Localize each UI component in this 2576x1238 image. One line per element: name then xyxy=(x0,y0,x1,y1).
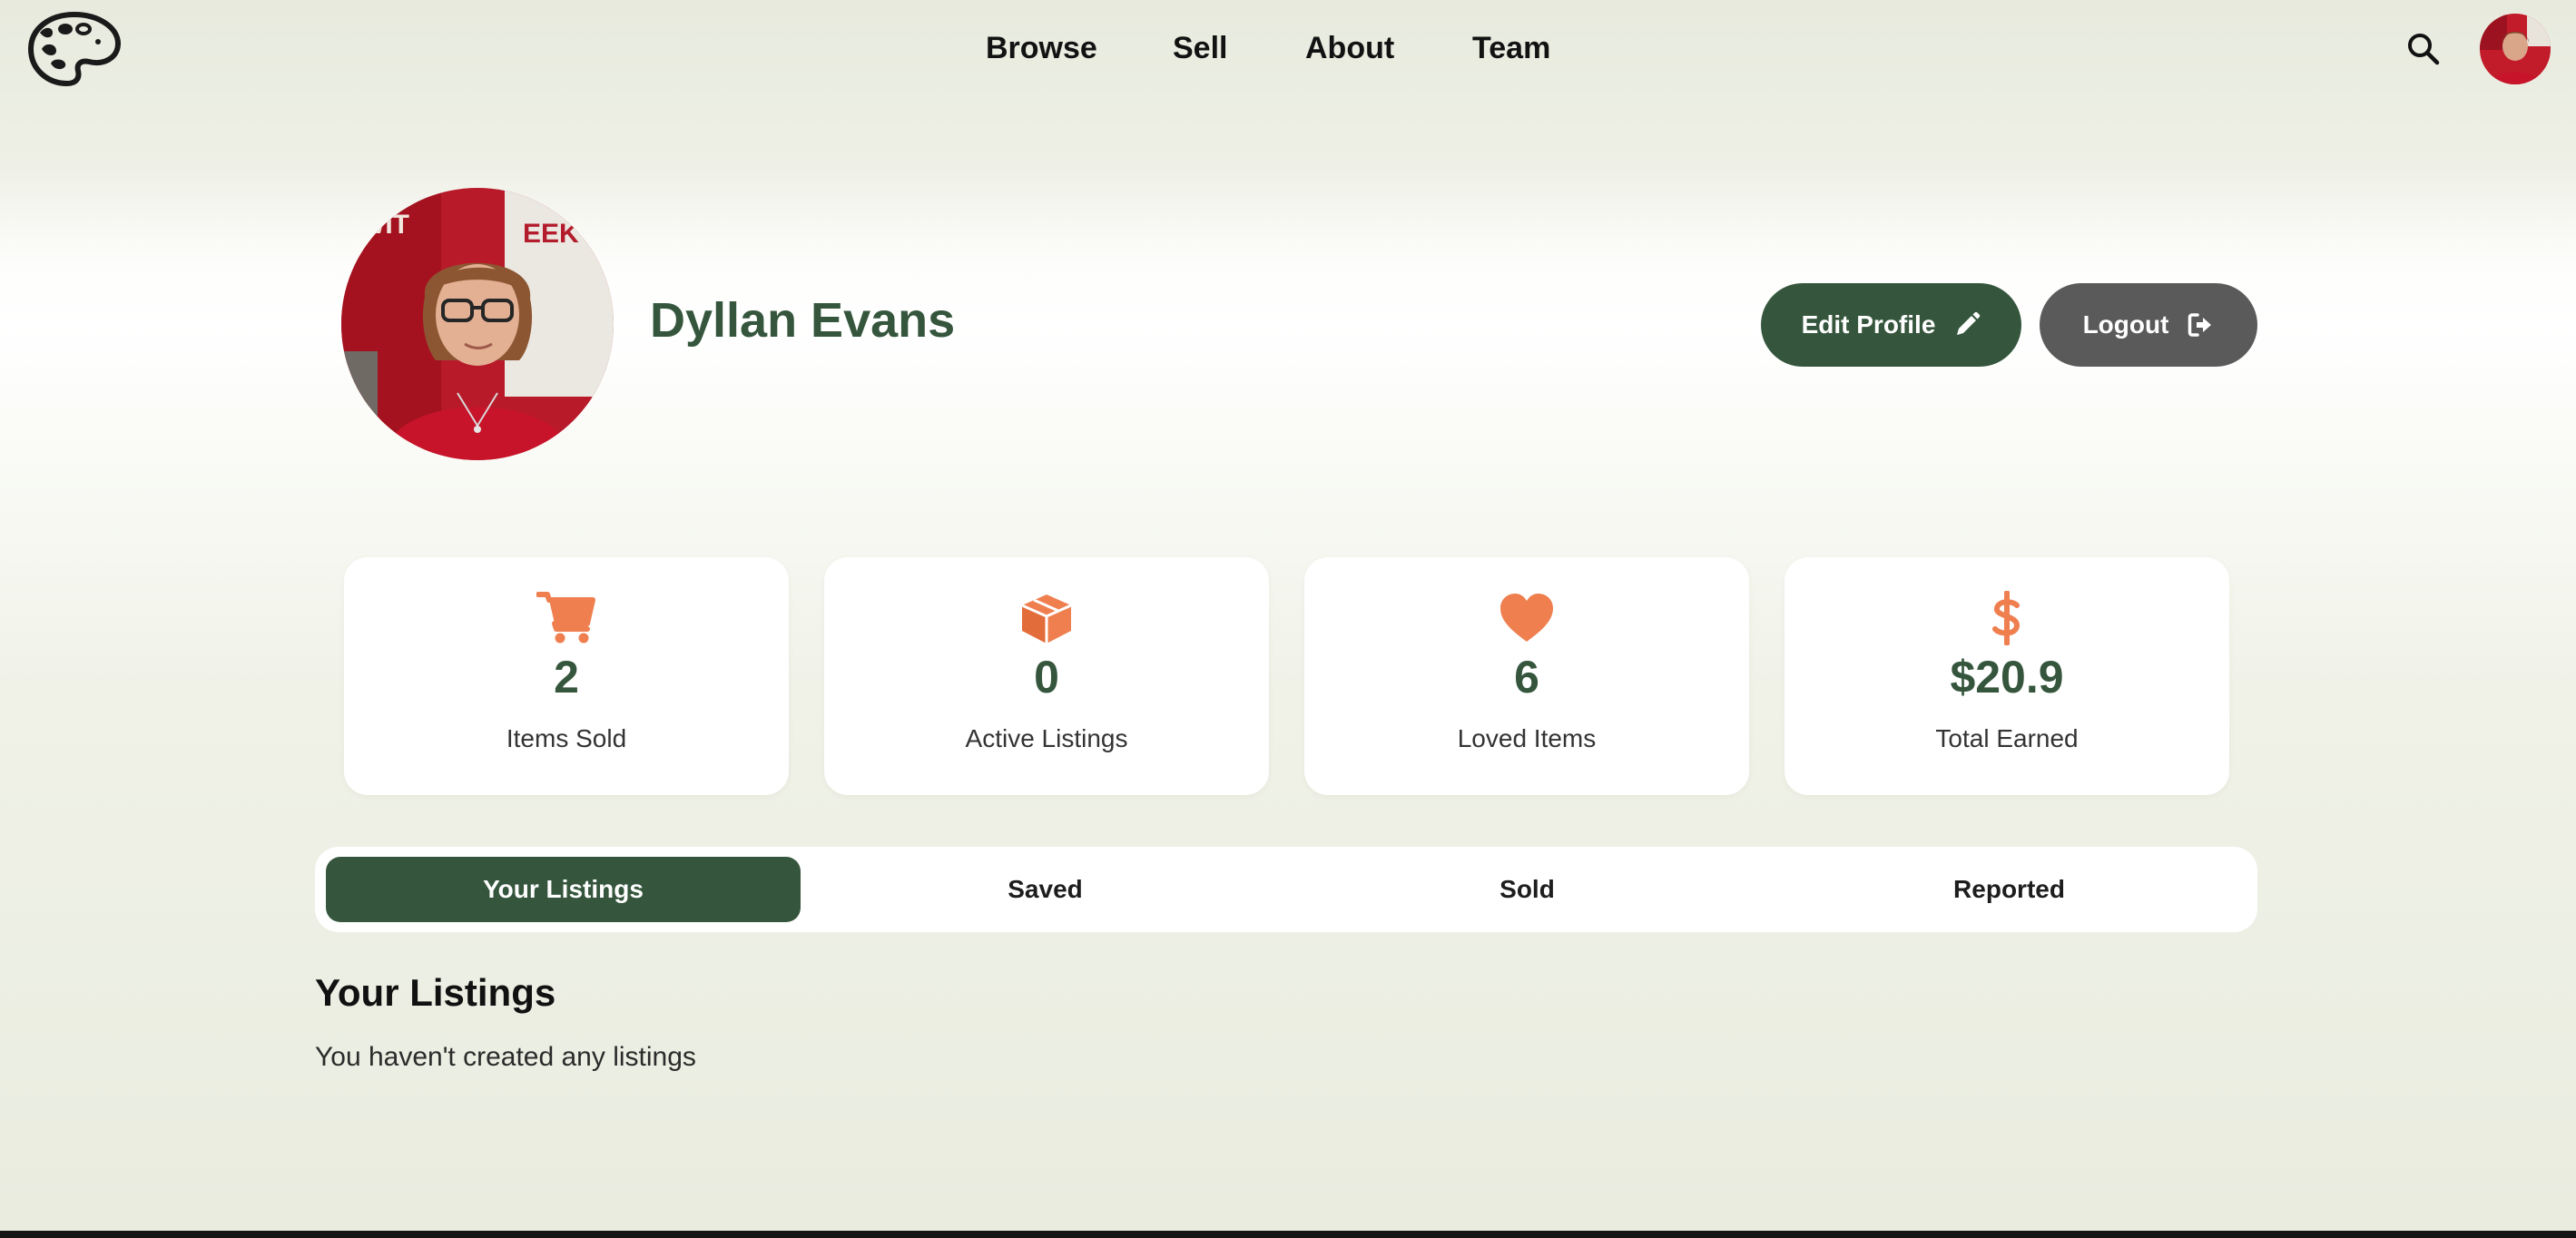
tab-saved[interactable]: Saved xyxy=(808,857,1283,922)
pencil-icon xyxy=(1957,311,1981,335)
empty-listings-message: You haven't created any listings xyxy=(315,1042,696,1072)
stat-value-items-sold: 2 xyxy=(554,652,579,703)
svg-text:WIT: WIT xyxy=(359,210,409,240)
dollar-icon xyxy=(1992,591,2020,645)
svg-text:EEK: EEK xyxy=(523,219,579,249)
stat-value-total-earned: $20.9 xyxy=(1950,652,2064,703)
logout-label: Logout xyxy=(2082,310,2169,339)
edit-profile-button[interactable]: Edit Profile xyxy=(1761,283,2021,367)
cart-icon xyxy=(536,592,595,644)
box-icon xyxy=(1021,594,1072,644)
section-title: Your Listings xyxy=(315,971,556,1014)
stat-card-items-sold: 2 Items Sold xyxy=(344,557,789,795)
profile-photo: WIT EEK xyxy=(341,188,614,460)
stat-card-active-listings: 0 Active Listings xyxy=(824,557,1269,795)
stat-card-total-earned: $20.9 Total Earned xyxy=(1785,557,2229,795)
profile-name: Dyllan Evans xyxy=(650,293,956,348)
user-avatar[interactable] xyxy=(2480,14,2551,84)
stat-value-loved-items: 6 xyxy=(1514,652,1539,703)
search-icon[interactable] xyxy=(2405,31,2442,67)
tab-your-listings[interactable]: Your Listings xyxy=(326,857,801,922)
nav-link-team[interactable]: Team xyxy=(1472,31,1550,66)
sign-out-icon xyxy=(2188,313,2212,337)
stat-label-active-listings: Active Listings xyxy=(965,724,1128,752)
stat-label-total-earned: Total Earned xyxy=(1935,724,2079,752)
stat-card-loved-items: 6 Loved Items xyxy=(1304,557,1749,795)
nav-link-about[interactable]: About xyxy=(1305,31,1394,66)
profile-tabs: Your Listings Saved Sold Reported xyxy=(315,847,2257,932)
nav-link-browse[interactable]: Browse xyxy=(986,31,1097,66)
edit-profile-label: Edit Profile xyxy=(1801,310,1936,339)
bottom-edge xyxy=(0,1231,2576,1238)
stat-label-loved-items: Loved Items xyxy=(1457,724,1597,752)
tab-reported[interactable]: Reported xyxy=(1772,857,2247,922)
nav-link-sell[interactable]: Sell xyxy=(1173,31,1227,66)
tab-sold[interactable]: Sold xyxy=(1290,857,1765,922)
palette-icon[interactable] xyxy=(25,9,123,89)
stat-label-items-sold: Items Sold xyxy=(506,724,627,752)
logout-button[interactable]: Logout xyxy=(2040,283,2257,367)
heart-icon xyxy=(1500,594,1553,642)
stat-value-active-listings: 0 xyxy=(1034,652,1059,703)
